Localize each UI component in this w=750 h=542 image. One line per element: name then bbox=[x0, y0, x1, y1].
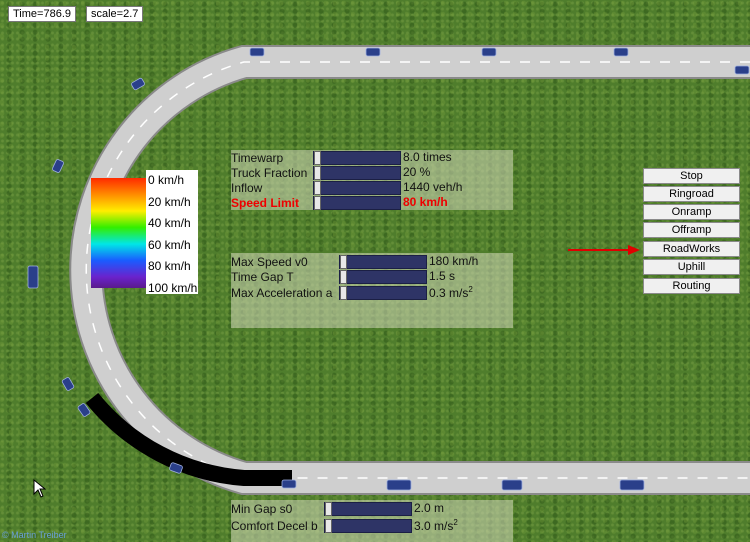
min-gap-label: Min Gap s0 bbox=[231, 501, 293, 516]
timewarp-value: 8.0 times bbox=[403, 150, 452, 164]
slider-knob[interactable] bbox=[340, 255, 347, 269]
slider-knob[interactable] bbox=[314, 181, 321, 195]
scale-display: scale=2.7 bbox=[86, 6, 144, 22]
truck-fraction-row: Truck Fraction bbox=[231, 165, 307, 180]
slider-knob[interactable] bbox=[340, 270, 347, 284]
speed-limit-label: Speed Limit bbox=[231, 195, 300, 210]
legend-label: 20 km/h bbox=[148, 195, 191, 209]
control-panel-gap: Min Gap s0 2.0 m Comfort Decel b 3.0 m/s… bbox=[231, 500, 513, 542]
comfort-decel-slider[interactable] bbox=[324, 519, 412, 533]
vehicle bbox=[52, 159, 64, 173]
time-display: Time=786.9 bbox=[8, 6, 76, 22]
time-gap-row: Time Gap T bbox=[231, 269, 294, 284]
arrow-head-icon bbox=[628, 245, 640, 255]
stop-button[interactable]: Stop bbox=[643, 168, 740, 184]
uphill-button[interactable]: Uphill bbox=[643, 259, 740, 275]
legend-label: 80 km/h bbox=[148, 259, 191, 273]
vehicle bbox=[61, 377, 75, 391]
legend-label: 40 km/h bbox=[148, 216, 191, 230]
legend-label: 60 km/h bbox=[148, 238, 191, 252]
vehicle bbox=[481, 47, 497, 57]
speed-limit-row: Speed Limit bbox=[231, 195, 299, 210]
routing-button[interactable]: Routing bbox=[643, 278, 740, 294]
min-gap-slider[interactable] bbox=[324, 502, 412, 516]
legend-label: 100 km/h bbox=[148, 281, 198, 295]
slider-knob[interactable] bbox=[314, 151, 321, 165]
inflow-value: 1440 veh/h bbox=[403, 180, 463, 194]
vehicle bbox=[734, 65, 750, 75]
time-gap-slider[interactable] bbox=[339, 270, 427, 284]
legend-label: 0 km/h bbox=[148, 173, 185, 187]
time-gap-value: 1.5 s bbox=[429, 269, 456, 283]
slider-knob[interactable] bbox=[314, 196, 321, 210]
timewarp-row: Timewarp bbox=[231, 150, 283, 165]
min-gap-row: Min Gap s0 bbox=[231, 501, 292, 516]
vehicle bbox=[386, 479, 412, 491]
slider-knob[interactable] bbox=[325, 502, 332, 516]
max-accel-slider[interactable] bbox=[339, 286, 427, 300]
comfort-decel-row: Comfort Decel b bbox=[231, 518, 318, 533]
speed-color-legend bbox=[91, 178, 146, 288]
offramp-button[interactable]: Offramp bbox=[643, 222, 740, 238]
comfort-decel-value: 3.0 m/s2 bbox=[414, 518, 458, 533]
vehicle bbox=[501, 479, 523, 491]
vehicle bbox=[365, 47, 381, 57]
vehicle bbox=[281, 479, 297, 489]
max-accel-label: Max Acceleration a bbox=[231, 285, 333, 300]
max-speed-label: Max Speed v0 bbox=[231, 254, 308, 269]
mouse-cursor-icon bbox=[33, 478, 47, 498]
min-gap-value: 2.0 m bbox=[414, 501, 445, 515]
max-accel-unit-exponent: 2 bbox=[468, 285, 473, 294]
control-panel-simulation: Timewarp 8.0 times Truck Fraction 20 % I… bbox=[231, 150, 513, 210]
control-panel-car-following: Max Speed v0 180 km/h Time Gap T 1.5 s M… bbox=[231, 253, 513, 328]
slider-knob[interactable] bbox=[314, 166, 321, 180]
truck-fraction-value: 20 % bbox=[403, 165, 431, 179]
max-speed-row: Max Speed v0 bbox=[231, 254, 308, 269]
legend-label-background bbox=[146, 170, 198, 294]
credit-text: © Martin Treiber bbox=[2, 530, 67, 540]
timewarp-label: Timewarp bbox=[231, 150, 284, 165]
speed-limit-slider[interactable] bbox=[313, 196, 401, 210]
max-speed-slider[interactable] bbox=[339, 255, 427, 269]
max-accel-value: 0.3 m/s2 bbox=[429, 285, 473, 300]
max-accel-value-text: 0.3 m/s bbox=[429, 286, 469, 300]
slider-knob[interactable] bbox=[340, 286, 347, 300]
ringroad-button[interactable]: Ringroad bbox=[643, 186, 740, 202]
timewarp-slider[interactable] bbox=[313, 151, 401, 165]
inflow-label: Inflow bbox=[231, 180, 263, 195]
inflow-slider[interactable] bbox=[313, 181, 401, 195]
vehicle bbox=[27, 265, 39, 289]
slider-knob[interactable] bbox=[325, 519, 332, 533]
roadworks-button[interactable]: RoadWorks bbox=[643, 241, 740, 257]
truck-fraction-slider[interactable] bbox=[313, 166, 401, 180]
comfort-decel-unit-exponent: 2 bbox=[453, 518, 458, 527]
onramp-button[interactable]: Onramp bbox=[643, 204, 740, 220]
vehicle bbox=[619, 479, 645, 491]
vehicle bbox=[613, 47, 629, 57]
speed-limit-value: 80 km/h bbox=[403, 195, 448, 209]
comfort-decel-value-text: 3.0 m/s bbox=[414, 519, 454, 533]
max-accel-row: Max Acceleration a bbox=[231, 285, 332, 300]
vehicle bbox=[249, 47, 265, 57]
vehicle bbox=[131, 77, 145, 91]
time-gap-label: Time Gap T bbox=[231, 269, 294, 284]
inflow-row: Inflow bbox=[231, 180, 262, 195]
truck-fraction-label: Truck Fraction bbox=[231, 165, 308, 180]
comfort-decel-label: Comfort Decel b bbox=[231, 518, 318, 533]
max-speed-value: 180 km/h bbox=[429, 254, 479, 268]
